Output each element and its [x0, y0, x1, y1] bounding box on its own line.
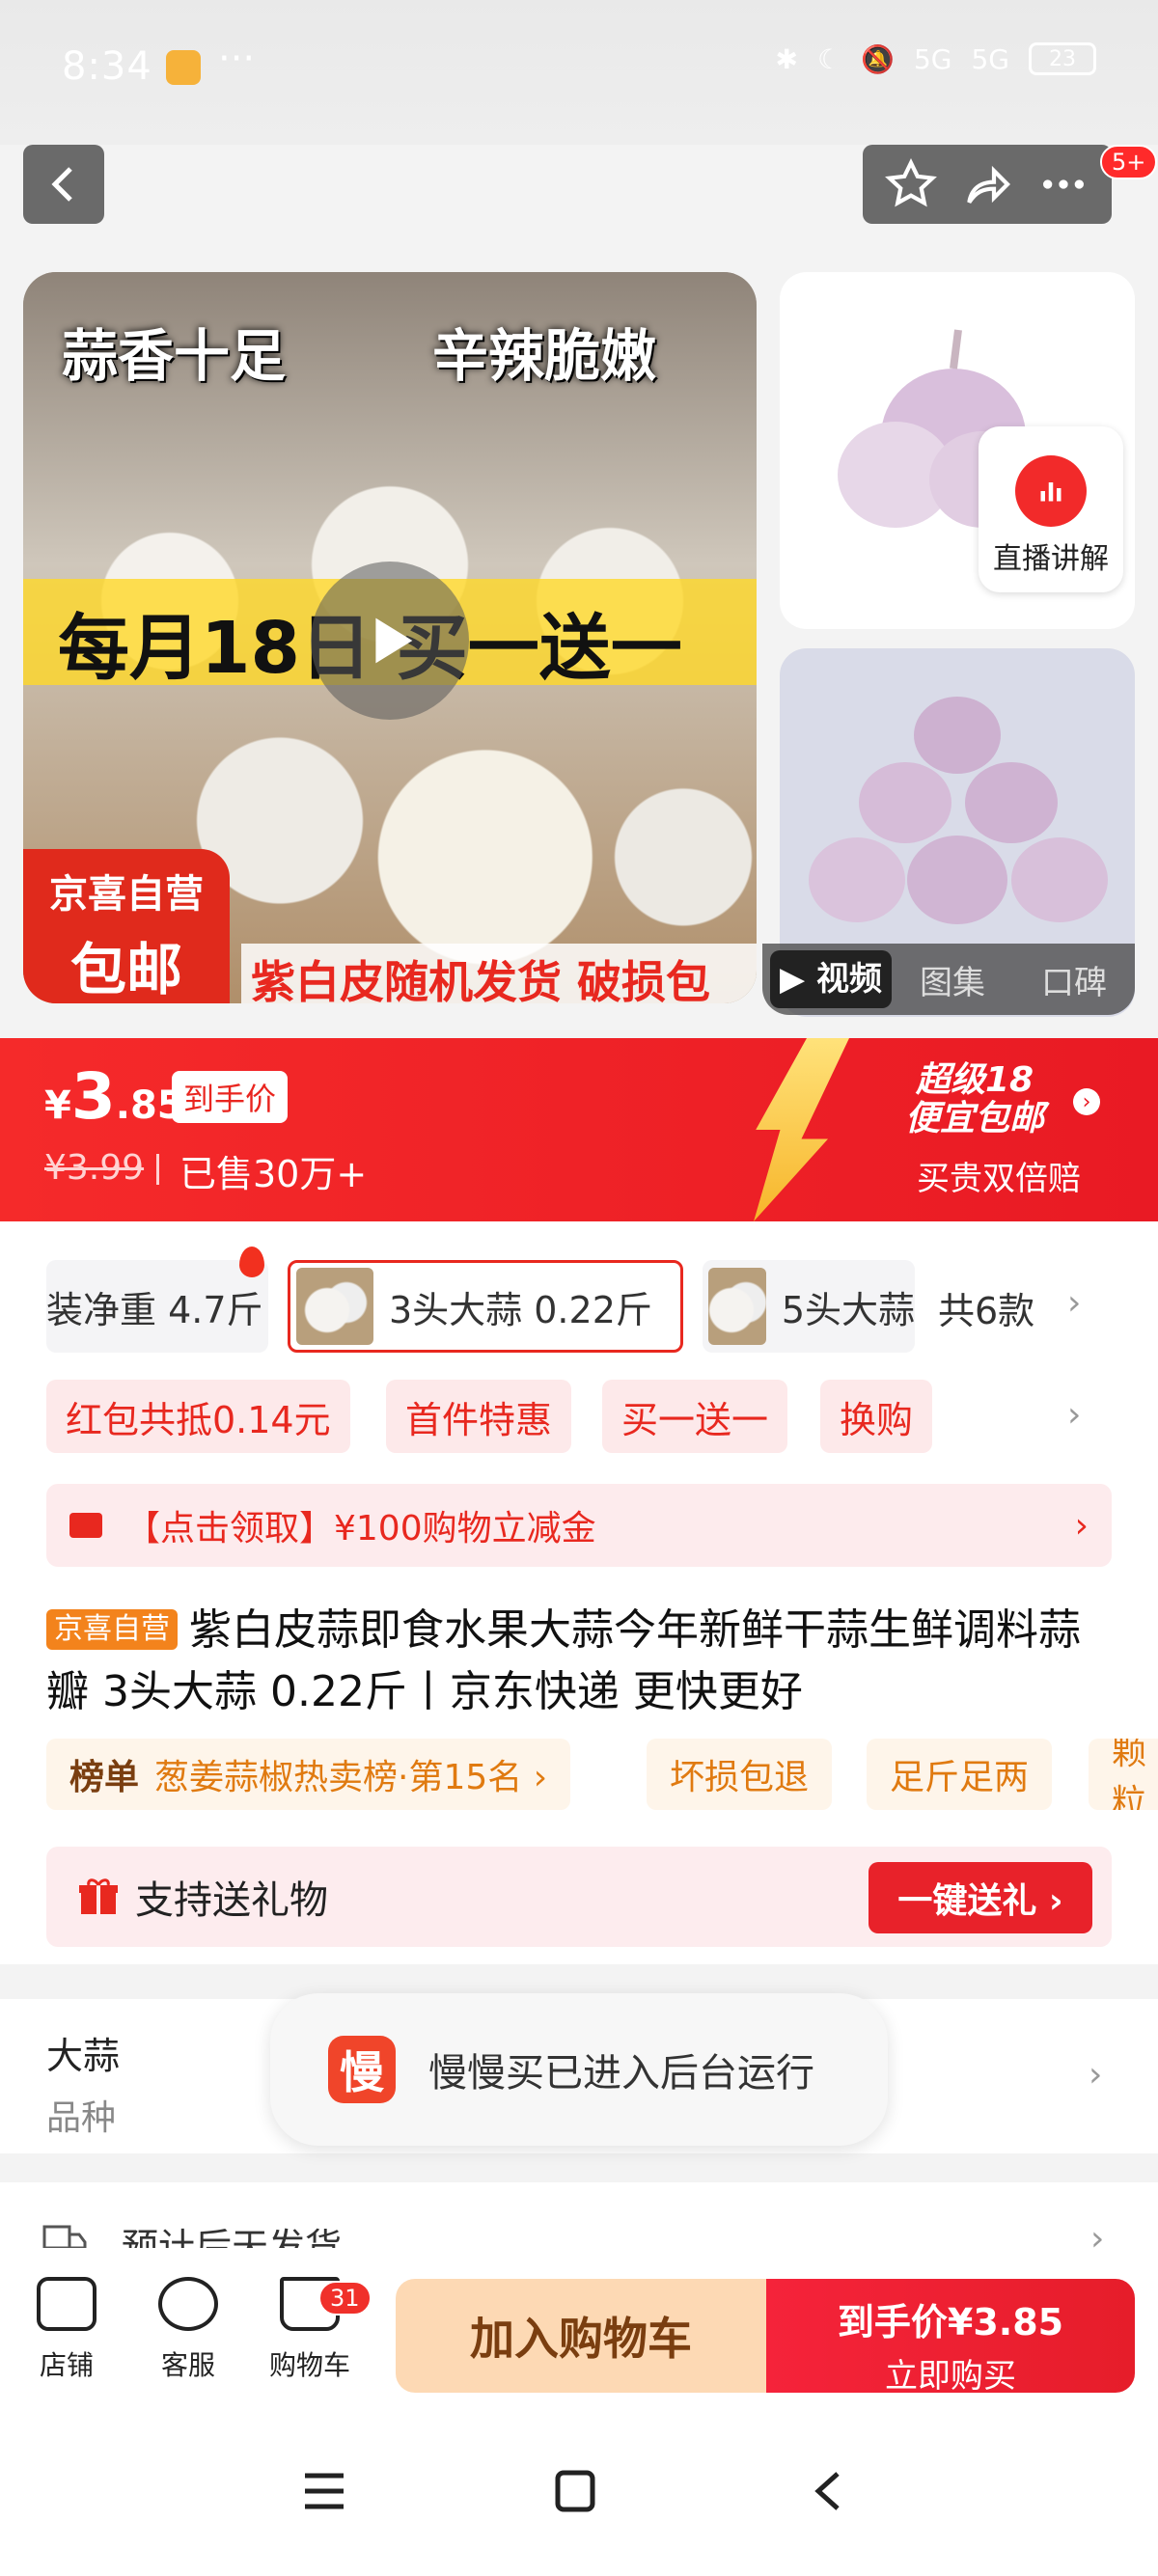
live-explain-button[interactable]: 直播讲解 [979, 426, 1123, 592]
original-price: ¥3.99 [44, 1148, 145, 1188]
gift-label: 支持送礼物 [135, 1878, 328, 1923]
buy-now-button[interactable]: 到手价¥3.85 立即购买 [766, 2279, 1135, 2396]
variant-option-1[interactable]: 装净重 4.7斤 [46, 1260, 268, 1353]
final-price-tag: 到手价 [172, 1071, 289, 1123]
back-nav-icon[interactable] [807, 2470, 853, 2512]
product-title-text: 紫白皮蒜即食水果大蒜今年新鲜干蒜生鲜调料蒜瓣 3头大蒜 0.22斤丨京东快递 更… [46, 1605, 1081, 1716]
hot-flame-icon [239, 1247, 264, 1277]
variant-option-3[interactable]: 5头大蒜 [703, 1260, 915, 1353]
top-action-group [863, 145, 1112, 224]
buy-now-label: 立即购买 [885, 2357, 1016, 2396]
background-running-toast: 慢 慢慢买已进入后台运行 [270, 1993, 888, 2146]
rank-pill[interactable]: 榜单 葱姜蒜椒热卖榜·第15名 › [46, 1739, 571, 1810]
bluetooth-icon: ✱ [775, 42, 798, 75]
self-operated-badge: 京喜自营 包邮 [23, 849, 230, 1003]
spec-value: 大蒜 [46, 2035, 121, 2077]
manmanmai-app-icon: 慢 [328, 2036, 396, 2103]
spec-label: 品种 [46, 2098, 117, 2138]
cart-count-badge: 31 [318, 2281, 372, 2316]
status-bar: 8:34 ··· ✱ ☾ 🔕 5G 5G 23 [0, 0, 1158, 145]
current-price: ¥3.85 [44, 1059, 184, 1134]
store-tag: 京喜自营 [46, 1609, 178, 1650]
tab-reviews[interactable]: 口碑 [1013, 956, 1135, 1003]
menu-icon[interactable] [301, 2470, 347, 2512]
image-text-left: 蒜香十足 [62, 323, 287, 389]
card-icon [69, 1513, 102, 1538]
tag-first-item[interactable]: 首件特惠 [386, 1380, 572, 1453]
pill-partial[interactable]: 颗粒 [1089, 1739, 1158, 1810]
home-icon[interactable] [552, 2470, 598, 2512]
signal-5g-icon: 5G [913, 42, 952, 75]
variant-thumbnail [296, 1268, 373, 1345]
chevron-right-icon: › [1073, 1088, 1100, 1115]
star-icon[interactable] [884, 157, 938, 211]
mute-icon: 🔕 [861, 42, 895, 75]
customer-service-button[interactable]: 客服 [135, 2277, 241, 2383]
status-icons: ✱ ☾ 🔕 5G 5G 23 [776, 42, 1096, 75]
image-caption: 紫白皮随机发货 破损包赔 [241, 944, 757, 1003]
toast-text: 慢慢买已进入后台运行 [428, 2051, 814, 2096]
tag-trade-in[interactable]: 换购 [820, 1380, 933, 1453]
variant-label: 3头大蒜 0.22斤 [389, 1288, 652, 1331]
gift-icon [79, 1878, 118, 1914]
send-gift-button[interactable]: 一键送礼 › [868, 1862, 1092, 1933]
battery-icon: 23 [1029, 42, 1096, 75]
store-button[interactable]: 店铺 [14, 2277, 120, 2383]
play-icon [375, 617, 413, 664]
super18-promo[interactable]: 超级18 便宜包邮 [905, 1061, 1044, 1138]
chevron-right-icon: › [1074, 1505, 1089, 1546]
tag-red-packet[interactable]: 红包共抵0.14元 [46, 1380, 350, 1453]
variant-thumbnail [708, 1268, 766, 1345]
tag-buy-one-get-one[interactable]: 买一送一 [602, 1380, 788, 1453]
notification-app-icon [166, 50, 201, 85]
badge-line2: 包邮 [69, 937, 182, 1002]
double-refund-text: 买贵双倍赔 [917, 1160, 1081, 1198]
main-product-image[interactable]: 蒜香十足 辛辣脆嫩 每月18日 买一送一 京喜自营 包邮 紫白皮随机发货 破损包… [23, 272, 757, 1003]
pill-full-weight[interactable]: 足斤足两 [867, 1739, 1053, 1810]
smiley-icon [158, 2277, 218, 2331]
variant-label: 5头大蒜 [781, 1288, 915, 1331]
signal-5g-icon-2: 5G [971, 42, 1009, 75]
status-time: 8:34 [62, 44, 152, 89]
more-notifications-icon: ··· [218, 37, 256, 81]
pill-damage-refund[interactable]: 坏损包退 [647, 1739, 833, 1810]
back-button[interactable] [23, 145, 104, 224]
chevron-left-icon [51, 167, 72, 202]
live-label: 直播讲解 [993, 542, 1109, 576]
more-icon[interactable] [1036, 157, 1090, 211]
chevron-right-icon[interactable]: › [1067, 1395, 1081, 1435]
share-icon[interactable] [960, 157, 1014, 211]
buy-price: 到手价¥3.85 [837, 2301, 1064, 2343]
live-icon [1015, 455, 1087, 527]
variant-count[interactable]: 共6款 [938, 1281, 1034, 1334]
play-video-button[interactable] [311, 562, 469, 720]
chevron-right-icon[interactable]: › [1067, 1283, 1081, 1323]
coupon-banner[interactable]: 【点击领取】¥100购物立减金 › [46, 1484, 1112, 1567]
coupon-text: 【点击领取】¥100购物立减金 [125, 1509, 596, 1548]
sold-count: 已售30万+ [179, 1153, 368, 1195]
store-icon [37, 2277, 96, 2331]
divider [156, 1154, 159, 1185]
add-to-cart-button[interactable]: 加入购物车 [396, 2279, 766, 2393]
tab-video[interactable]: ▶ 视频 [770, 950, 892, 1008]
image-text-right: 辛辣脆嫩 [432, 323, 657, 389]
badge-line1: 京喜自营 [49, 872, 204, 917]
chevron-right-icon: › [1089, 2055, 1103, 2095]
media-tabs: ▶ 视频 图集 口碑 [762, 944, 1135, 1015]
message-count-badge: 5+ [1100, 145, 1158, 179]
product-title: 京喜自营 紫白皮蒜即食水果大蒜今年新鲜干蒜生鲜调料蒜瓣 3头大蒜 0.22斤丨京东… [46, 1600, 1117, 1723]
tab-gallery[interactable]: 图集 [892, 956, 1013, 1003]
variant-option-2-selected[interactable]: 3头大蒜 0.22斤 [288, 1260, 683, 1353]
moon-icon: ☾ [816, 42, 842, 75]
